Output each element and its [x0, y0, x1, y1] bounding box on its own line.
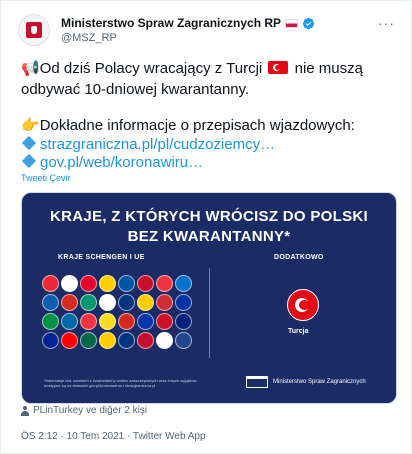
ministry-building-icon	[246, 376, 268, 388]
country-flag-icon	[118, 332, 135, 349]
media-title-line-1: KRAJE, Z KTÓRYCH WRÓCISZ DO POLSKI	[50, 208, 368, 225]
tweet-timestamp-source[interactable]: ÖS 2:12 · 10 Tem 2021 · Twitter Web App	[21, 431, 206, 442]
country-flag-icon	[42, 332, 59, 349]
blue-diamond-emoji-icon	[21, 153, 37, 169]
tweet-media-image[interactable]: KRAJE, Z KTÓRYCH WRÓCISZ DO POLSKI BEZ K…	[21, 192, 397, 404]
country-flag-icon	[42, 313, 59, 330]
coat-of-arms-icon	[26, 22, 42, 38]
country-flag-icon	[80, 294, 97, 311]
tweet-link-row-1: strazgraniczna.pl/pl/cudzoziemcy…	[21, 135, 397, 154]
country-flag-icon	[175, 313, 192, 330]
more-options-icon[interactable]: ···	[378, 15, 395, 31]
country-flag-icon	[118, 294, 135, 311]
country-flag-icon	[156, 294, 173, 311]
country-flag-icon	[99, 332, 116, 349]
country-flag-icon	[80, 332, 97, 349]
country-flag-icon	[99, 313, 116, 330]
country-flag-icon	[42, 275, 59, 292]
country-flag-icon	[99, 294, 116, 311]
country-flag-icon	[118, 313, 135, 330]
turkey-flag-icon	[287, 289, 319, 321]
country-flag-icon	[175, 294, 192, 311]
media-footnote: *Informacje dot. zwolnień z kwarantanny …	[44, 378, 197, 388]
additional-heading: DODATKOWO	[274, 254, 324, 261]
author-handle[interactable]: @MSZ_RP	[61, 32, 117, 44]
country-flag-icon	[175, 332, 192, 349]
country-flag-icon	[80, 275, 97, 292]
media-title-line-2: BEZ KWARANTANNY*	[127, 228, 291, 245]
country-flag-icon	[156, 313, 173, 330]
translate-tweet-link[interactable]: Tweeti Çevir	[21, 173, 71, 183]
country-flag-icon	[99, 275, 116, 292]
person-icon	[21, 405, 29, 416]
schengen-eu-heading: KRAJE SCHENGEN I UE	[58, 254, 145, 261]
liked-by-text[interactable]: PLinTurkey ve diğer 2 kişi	[33, 405, 147, 416]
poland-flag-icon	[285, 18, 299, 28]
country-flag-icon	[42, 294, 59, 311]
tweet-card[interactable]: Ministerstwo Spraw Zagranicznych RP @MSZ…	[0, 0, 412, 454]
tweet-text-line-2: odbywać 10-dniowej kwarantanny.	[21, 81, 250, 98]
country-flag-icon	[137, 294, 154, 311]
author-avatar[interactable]	[18, 14, 50, 46]
turkey-flag-emoji-icon	[268, 61, 289, 74]
pointing-hand-emoji-icon: 👉	[21, 117, 40, 134]
author-display-name[interactable]: Ministerstwo Spraw Zagranicznych RP	[61, 16, 281, 30]
msz-logo-text: Ministerstwo Spraw Zagranicznych	[273, 379, 366, 385]
tweet-text-segment: nie muszą	[294, 60, 363, 77]
country-flag-icon	[61, 332, 78, 349]
msz-logo: Ministerstwo Spraw Zagranicznych	[246, 376, 366, 388]
turkey-label: Turcja	[288, 328, 309, 335]
blue-diamond-emoji-icon	[21, 135, 37, 151]
tweet-link-row-2: gov.pl/web/koronawiru…	[21, 153, 397, 172]
author-name-row[interactable]: Ministerstwo Spraw Zagranicznych RP	[61, 16, 315, 30]
tweet-text-segment: Dokładne informacje o przepisach wjazdow…	[39, 117, 355, 134]
country-flag-icon	[175, 275, 192, 292]
link-strazgraniczna[interactable]: strazgraniczna.pl/pl/cudzoziemcy…	[40, 136, 275, 153]
country-flag-icon	[137, 313, 154, 330]
country-flag-icon	[61, 294, 78, 311]
country-flag-icon	[137, 275, 154, 292]
tweet-text-line-1: 📢Od dziś Polacy wracający z Turcji nie m…	[21, 59, 397, 78]
country-flag-icon	[80, 313, 97, 330]
country-flag-icon	[118, 275, 135, 292]
tweet-text-line-3: 👉Dokładne informacje o przepisach wjazdo…	[21, 116, 397, 135]
country-flag-icon	[156, 332, 173, 349]
tweet-text-segment: Od dziś Polacy wracający z Turcji	[39, 60, 263, 77]
media-divider	[209, 268, 210, 358]
country-flag-icon	[137, 332, 154, 349]
liked-by-row[interactable]: PLinTurkey ve diğer 2 kişi	[21, 405, 147, 416]
megaphone-emoji-icon: 📢	[21, 60, 40, 77]
link-gov-pl[interactable]: gov.pl/web/koronawiru…	[40, 154, 203, 171]
country-flag-icon	[156, 275, 173, 292]
verified-badge-icon	[302, 17, 315, 29]
media-title: KRAJE, Z KTÓRYCH WRÓCISZ DO POLSKI BEZ K…	[22, 207, 396, 247]
country-flag-icon	[61, 313, 78, 330]
country-flag-icon	[61, 275, 78, 292]
country-flags-grid	[42, 275, 197, 349]
